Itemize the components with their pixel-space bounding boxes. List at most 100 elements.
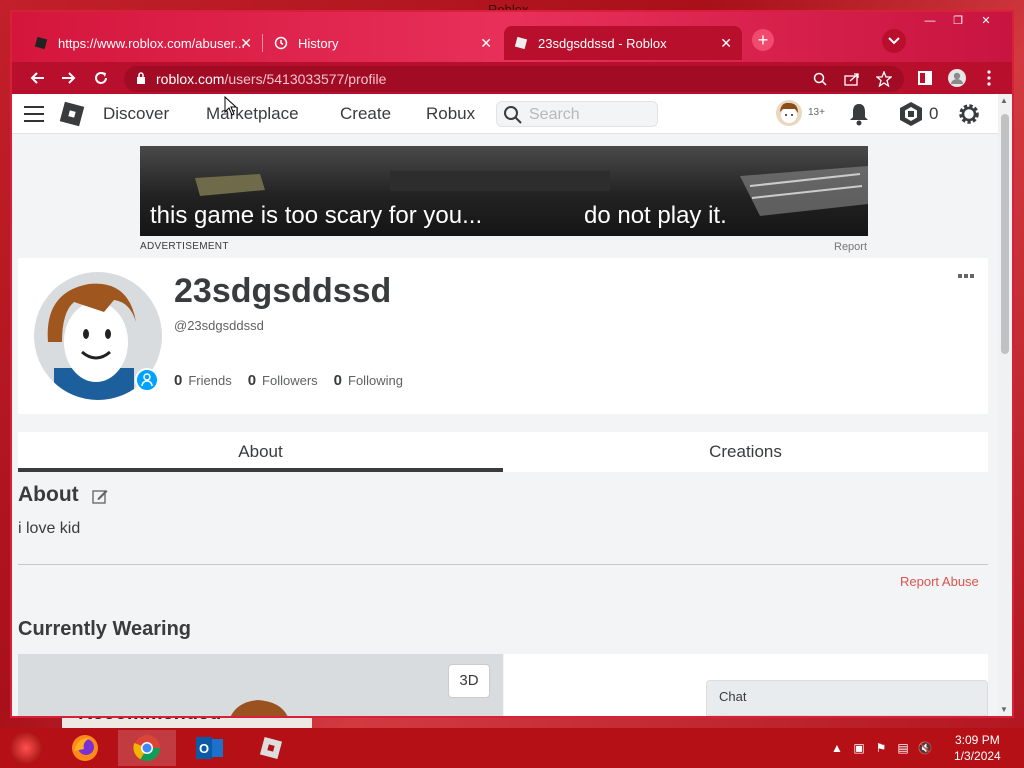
window-controls: — ❐ ✕ — [916, 12, 1000, 30]
age-badge: 13+ — [808, 107, 825, 118]
roblox-favicon-icon — [34, 36, 48, 50]
taskbar: O ▲ ▣ ⚑ ▤ 🔇 3:09 PM 1/3/2024 — [0, 728, 1024, 768]
profile-header-card: 23sdgsddssd @23sdgsddssd 0 Friends 0 Follo… — [18, 258, 988, 414]
notifications-bell-icon[interactable] — [848, 102, 870, 131]
volume-muted-icon[interactable]: 🔇 — [914, 740, 936, 756]
tab-creations[interactable]: Creations — [503, 432, 988, 472]
advertisement-label: ADVERTISEMENT — [140, 241, 229, 252]
tab-abuse-report[interactable]: https://www.roblox.com/abuser... ✕ — [24, 26, 262, 60]
forward-icon[interactable] — [58, 68, 80, 88]
tab-title: History — [298, 35, 339, 51]
url-domain: roblox.com — [156, 71, 225, 87]
ad-caption-left: this game is too scary for you... — [150, 202, 483, 229]
roblox-search-input[interactable]: Search — [496, 101, 658, 127]
friends-label: Friends — [188, 373, 232, 388]
tab-about[interactable]: About — [18, 432, 503, 472]
new-tab-button[interactable]: + — [752, 29, 774, 51]
bookmark-star-icon[interactable] — [874, 70, 894, 88]
tray-overflow-icon[interactable]: ▲ — [826, 740, 848, 756]
tab-title: https://www.roblox.com/abuser... — [58, 35, 246, 51]
svg-text:O: O — [199, 741, 209, 756]
tab-search-icon[interactable] — [882, 29, 906, 53]
browser-toolbar: roblox.com/users/5413033577/profile — [12, 62, 1012, 94]
scroll-up-icon[interactable]: ▲ — [1000, 96, 1008, 105]
user-avatar-thumbnail[interactable] — [776, 100, 802, 126]
address-bar[interactable]: roblox.com/users/5413033577/profile — [124, 66, 904, 92]
profile-stats: 0 Friends 0 Followers 0 Following — [174, 372, 419, 389]
firefox-icon[interactable] — [56, 730, 114, 766]
roblox-navbar: Discover Marketplace Create Robux Search… — [12, 94, 998, 134]
nav-create-link[interactable]: Create — [340, 104, 391, 124]
roblox-logo-icon[interactable] — [58, 100, 86, 128]
about-description: i love kid — [18, 520, 81, 537]
back-icon[interactable] — [26, 68, 48, 88]
page-scrollbar[interactable]: ▲ ▼ — [998, 94, 1012, 716]
more-menu-icon[interactable] — [978, 68, 1000, 88]
tab-separator — [262, 34, 263, 52]
close-tab-icon[interactable]: ✕ — [240, 35, 252, 52]
scroll-down-icon[interactable]: ▼ — [1000, 705, 1008, 714]
history-icon — [274, 36, 288, 50]
tab-history[interactable]: History ✕ — [264, 26, 502, 60]
clock-time: 3:09 PM — [955, 733, 1000, 747]
about-heading: About — [18, 483, 79, 506]
profile-username: @23sdgsddssd — [174, 318, 264, 333]
chat-bar[interactable]: Chat — [706, 680, 988, 716]
taskbar-clock[interactable]: 3:09 PM 1/3/2024 — [954, 732, 1001, 764]
avatar-preview-image — [230, 700, 288, 716]
display-icon[interactable]: ▤ — [892, 740, 914, 756]
minimize-icon[interactable]: — — [916, 12, 944, 30]
maximize-icon[interactable]: ❐ — [944, 12, 972, 30]
start-button-icon[interactable] — [10, 732, 42, 764]
followers-stat[interactable]: 0 Followers — [248, 372, 318, 389]
network-icon[interactable]: ▣ — [848, 740, 870, 756]
toggle-3d-button[interactable]: 3D — [448, 664, 490, 698]
ad-caption-right: do not play it. — [584, 202, 727, 229]
search-icon — [503, 105, 523, 130]
divider — [18, 564, 988, 565]
reload-icon[interactable] — [90, 68, 112, 88]
outlook-icon[interactable]: O — [180, 730, 238, 766]
nav-robux-link[interactable]: Robux — [426, 104, 475, 124]
edit-icon[interactable] — [92, 488, 108, 509]
browser-window: https://www.roblox.com/abuser... ✕ Histo… — [10, 10, 1014, 718]
scrollbar-thumb[interactable] — [1001, 114, 1009, 354]
hamburger-menu-icon[interactable] — [24, 106, 44, 122]
lock-icon — [136, 72, 146, 90]
ad-report-link[interactable]: Report — [834, 241, 867, 253]
following-label: Following — [348, 373, 403, 388]
settings-gear-icon[interactable] — [956, 101, 982, 132]
side-panel-icon[interactable] — [914, 68, 936, 88]
friends-stat[interactable]: 0 Friends — [174, 372, 232, 389]
robux-icon[interactable] — [898, 101, 924, 132]
roblox-app-icon[interactable] — [242, 730, 300, 766]
report-abuse-link[interactable]: Report Abuse — [900, 574, 979, 589]
currently-wearing-heading: Currently Wearing — [18, 618, 191, 640]
close-window-icon[interactable]: ✕ — [972, 12, 1000, 30]
nav-marketplace-link[interactable]: Marketplace — [206, 104, 299, 124]
friends-count: 0 — [174, 372, 183, 389]
following-count: 0 — [333, 372, 343, 389]
more-options-icon[interactable] — [958, 274, 976, 278]
flag-icon[interactable]: ⚑ — [870, 740, 892, 756]
chrome-icon[interactable] — [118, 730, 176, 766]
zoom-search-icon[interactable] — [810, 70, 830, 88]
url-path: /users/5413033577/profile — [224, 71, 387, 87]
profile-tabs: About Creations — [18, 432, 988, 472]
following-stat[interactable]: 0 Following — [334, 372, 403, 389]
tab-profile-active[interactable]: 23sdgsddssd - Roblox ✕ — [504, 26, 742, 60]
robux-balance: 0 — [929, 104, 939, 123]
tab-strip: https://www.roblox.com/abuser... ✕ Histo… — [12, 12, 1012, 62]
online-status-icon — [135, 368, 159, 392]
clock-date: 1/3/2024 — [954, 749, 1001, 763]
advertisement-banner[interactable]: this game is too scary for you... do not… — [140, 146, 868, 236]
search-placeholder: Search — [529, 106, 580, 123]
followers-count: 0 — [247, 372, 257, 389]
nav-discover-link[interactable]: Discover — [103, 104, 169, 124]
mouse-cursor-icon — [224, 96, 238, 116]
close-tab-icon[interactable]: ✕ — [480, 35, 492, 52]
close-tab-icon[interactable]: ✕ — [720, 35, 732, 52]
avatar-3d-viewer[interactable]: 3D — [18, 654, 503, 716]
profile-icon[interactable] — [946, 68, 968, 88]
share-icon[interactable] — [842, 70, 862, 88]
